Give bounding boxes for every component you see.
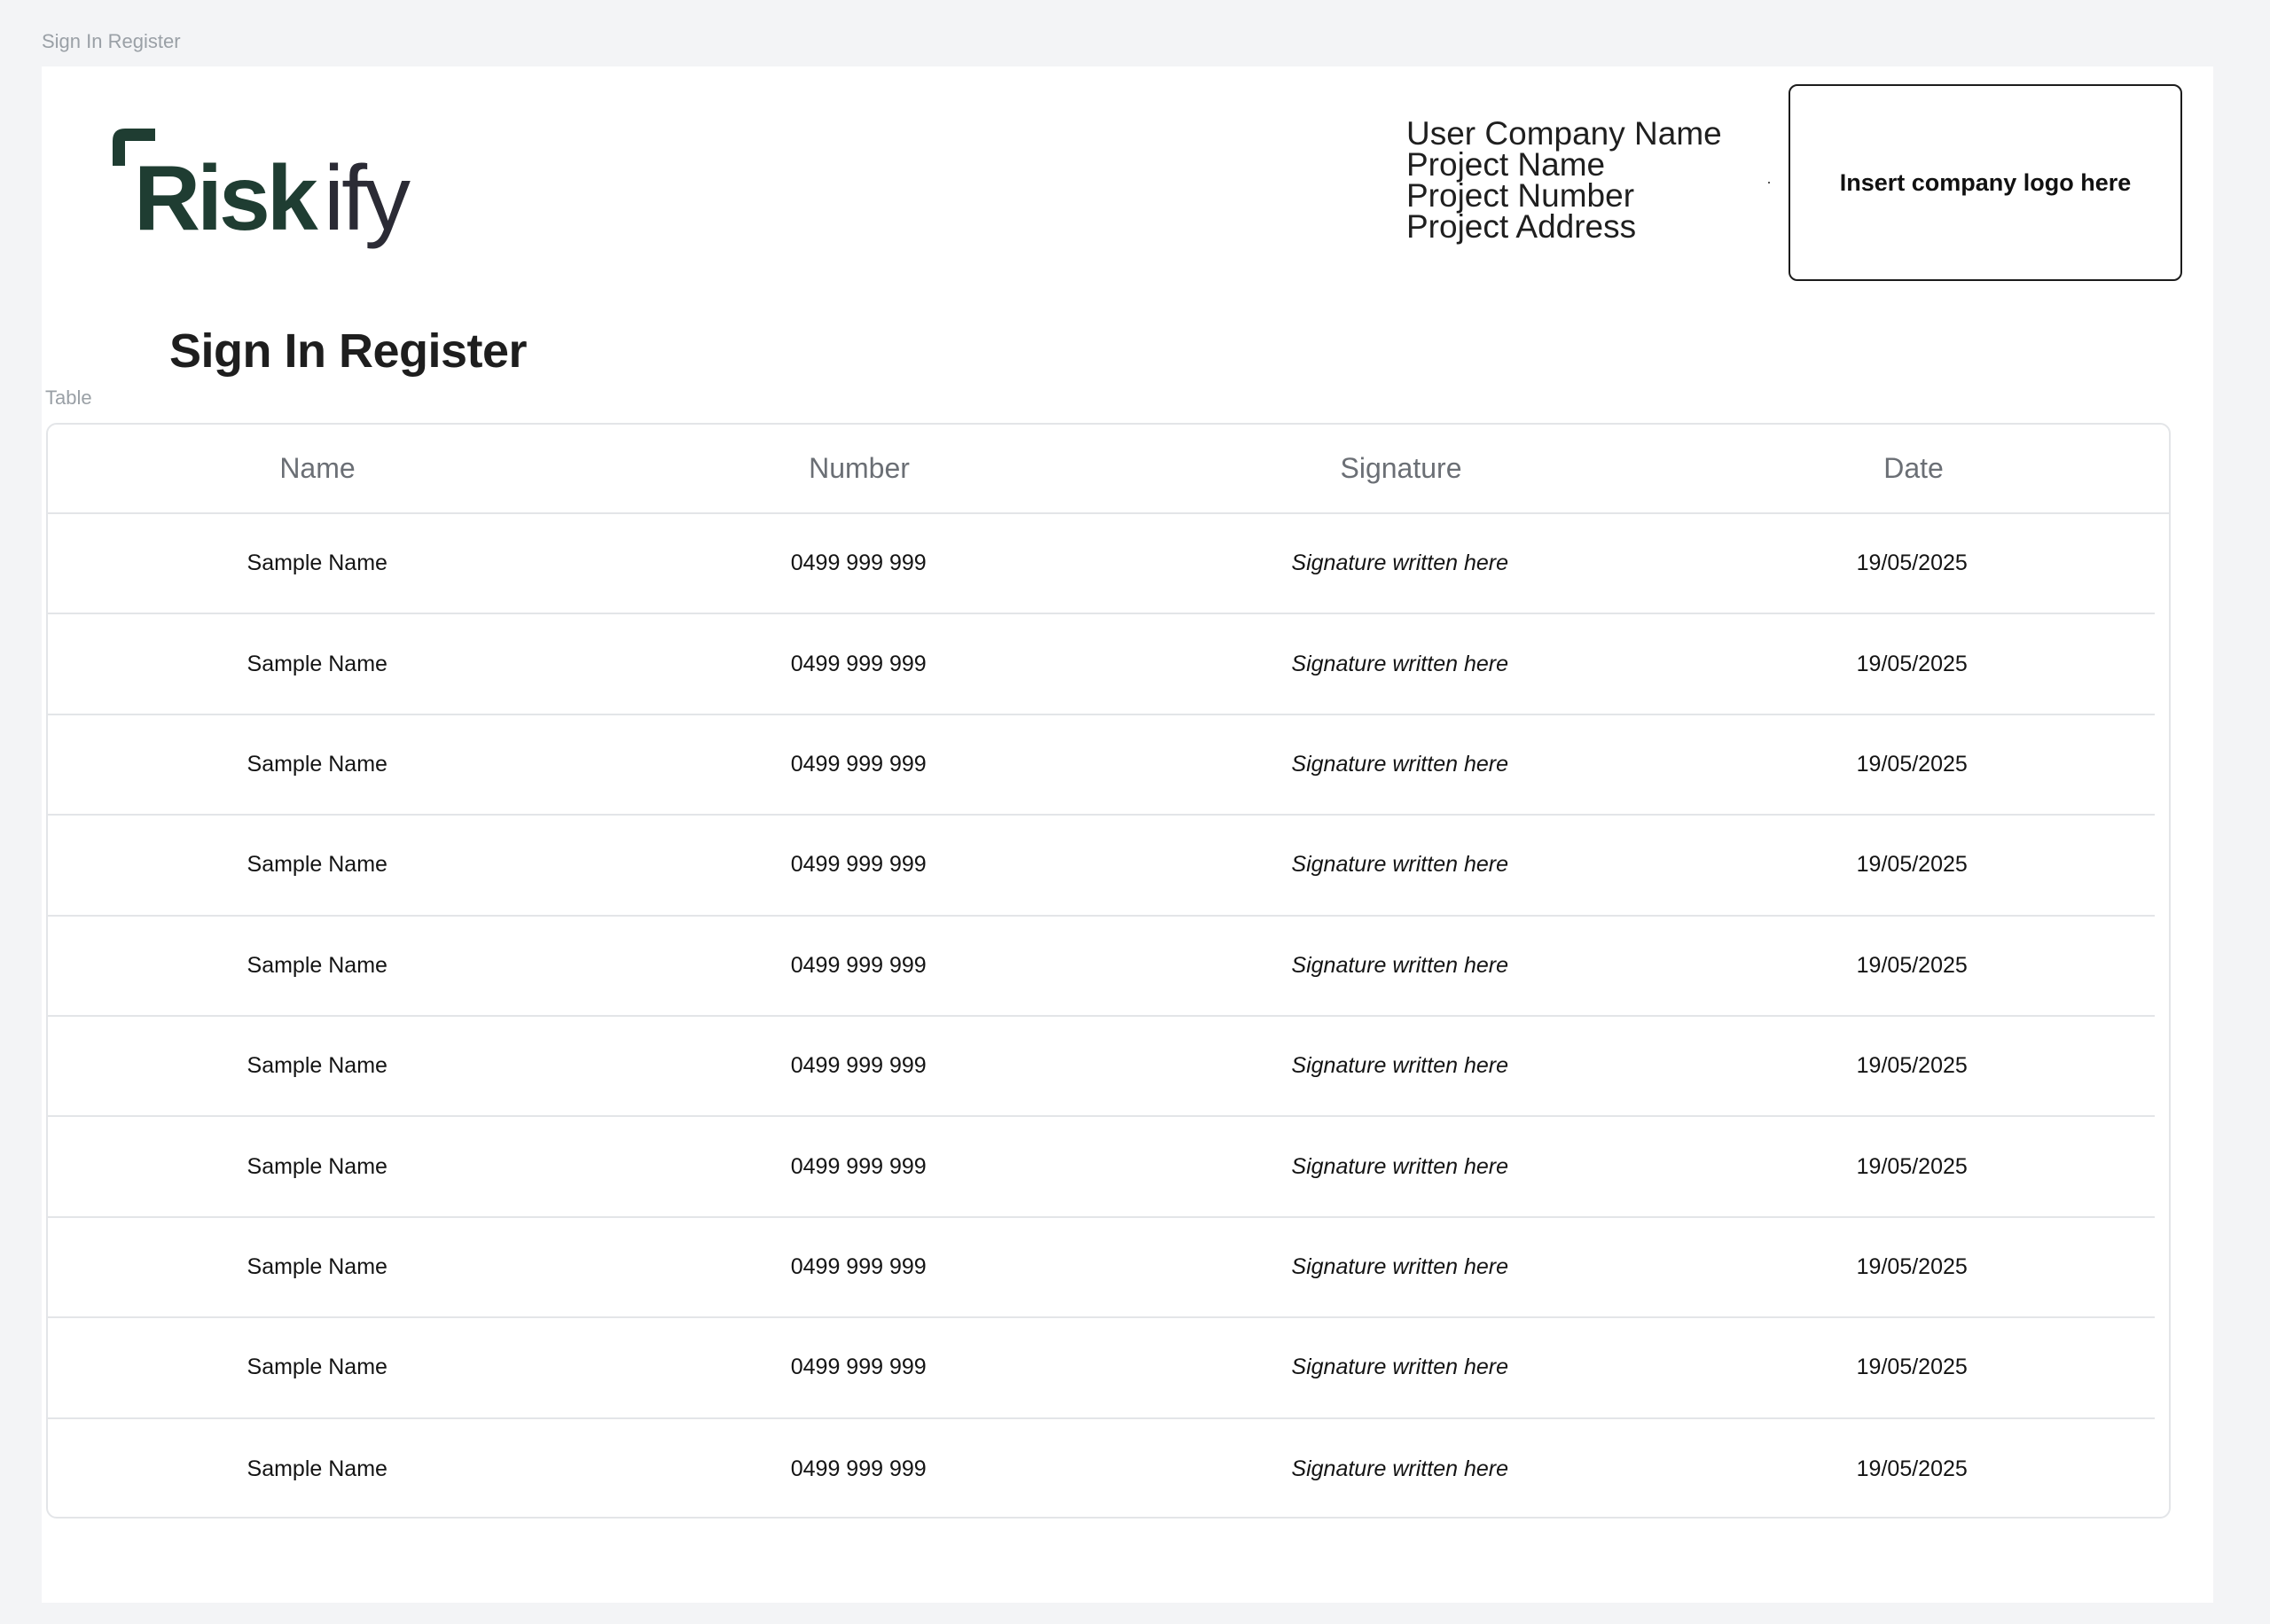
company-logo-placeholder[interactable]: Insert company logo here xyxy=(1789,84,2182,281)
cell-name: Sample Name xyxy=(247,1053,387,1079)
cell-signature: Signature written here xyxy=(1291,1456,1508,1481)
cell-date: 19/05/2025 xyxy=(1856,852,1968,878)
header-signature: Signature xyxy=(1340,452,1462,484)
document-page: Risk ify User Company Name Project Name … xyxy=(42,66,2213,1603)
table-body: Sample Name 0499 999 999 Signature writt… xyxy=(48,514,2169,1517)
project-info: User Company Name Project Name Project N… xyxy=(1406,115,1722,245)
cell-date: 19/05/2025 xyxy=(1856,751,1968,777)
table-row: Sample Name 0499 999 999 Signature writt… xyxy=(48,1017,2155,1118)
table-label: Table xyxy=(45,386,92,409)
cell-number: 0499 999 999 xyxy=(790,1253,927,1279)
cell-number: 0499 999 999 xyxy=(790,1153,927,1179)
cell-date: 19/05/2025 xyxy=(1856,1456,1968,1481)
table-row: Sample Name 0499 999 999 Signature writt… xyxy=(48,715,2155,816)
table-row: Sample Name 0499 999 999 Signature writt… xyxy=(48,917,2155,1017)
cell-name: Sample Name xyxy=(247,751,387,777)
table-header: Name Number Signature Date xyxy=(48,425,2169,514)
header-date: Date xyxy=(1883,452,1944,484)
cell-signature: Signature written here xyxy=(1291,952,1508,978)
header-number: Number xyxy=(809,452,910,484)
table-row: Sample Name 0499 999 999 Signature writt… xyxy=(48,816,2155,917)
cell-date: 19/05/2025 xyxy=(1856,952,1968,978)
table-row: Sample Name 0499 999 999 Signature writt… xyxy=(48,1218,2155,1319)
cell-date: 19/05/2025 xyxy=(1856,1253,1968,1279)
separator-dot xyxy=(1768,182,1770,183)
cell-name: Sample Name xyxy=(247,651,387,676)
cell-name: Sample Name xyxy=(247,1253,387,1279)
cell-date: 19/05/2025 xyxy=(1856,1355,1968,1380)
project-address: Project Address xyxy=(1406,208,1637,245)
table-row: Sample Name 0499 999 999 Signature writt… xyxy=(48,1419,2155,1517)
project-name: Project Name xyxy=(1406,146,1606,183)
cell-signature: Signature written here xyxy=(1291,1253,1508,1279)
logo-text-risk: Risk xyxy=(134,147,318,250)
cell-date: 19/05/2025 xyxy=(1856,1153,1968,1179)
table-row: Sample Name 0499 999 999 Signature writt… xyxy=(48,614,2155,715)
cell-name: Sample Name xyxy=(247,550,387,576)
cell-number: 0499 999 999 xyxy=(790,1456,927,1481)
cell-signature: Signature written here xyxy=(1291,1053,1508,1079)
cell-date: 19/05/2025 xyxy=(1856,651,1968,676)
table-row: Sample Name 0499 999 999 Signature writt… xyxy=(48,1318,2155,1419)
cell-signature: Signature written here xyxy=(1291,550,1508,576)
cell-name: Sample Name xyxy=(247,1355,387,1380)
cell-signature: Signature written here xyxy=(1291,751,1508,777)
company-name: User Company Name xyxy=(1406,115,1722,152)
logo-text-ify: ify xyxy=(324,147,411,250)
sign-in-table: Name Number Signature Date Sample Name 0… xyxy=(46,423,2171,1519)
cell-number: 0499 999 999 xyxy=(790,1053,927,1079)
cell-number: 0499 999 999 xyxy=(790,852,927,878)
riskify-logo: Risk ify xyxy=(113,129,413,250)
cell-name: Sample Name xyxy=(247,852,387,878)
cell-number: 0499 999 999 xyxy=(790,651,927,676)
cell-name: Sample Name xyxy=(247,1456,387,1481)
table-row: Sample Name 0499 999 999 Signature writt… xyxy=(48,1117,2155,1218)
page-title: Sign In Register xyxy=(169,324,528,378)
cell-date: 19/05/2025 xyxy=(1856,550,1968,576)
cell-number: 0499 999 999 xyxy=(790,1355,927,1380)
cell-signature: Signature written here xyxy=(1291,852,1508,878)
header-name: Name xyxy=(279,452,356,484)
frame-label: Sign In Register xyxy=(42,30,181,52)
cell-signature: Signature written here xyxy=(1291,1355,1508,1380)
cell-signature: Signature written here xyxy=(1291,651,1508,676)
cell-signature: Signature written here xyxy=(1291,1153,1508,1179)
cell-number: 0499 999 999 xyxy=(790,751,927,777)
project-number: Project Number xyxy=(1406,177,1635,214)
cell-name: Sample Name xyxy=(247,1153,387,1179)
cell-number: 0499 999 999 xyxy=(790,550,927,576)
cell-date: 19/05/2025 xyxy=(1856,1053,1968,1079)
table-row: Sample Name 0499 999 999 Signature writt… xyxy=(48,514,2155,615)
logo-placeholder-text: Insert company logo here xyxy=(1839,168,2132,196)
cell-name: Sample Name xyxy=(247,952,387,978)
cell-number: 0499 999 999 xyxy=(790,952,927,978)
